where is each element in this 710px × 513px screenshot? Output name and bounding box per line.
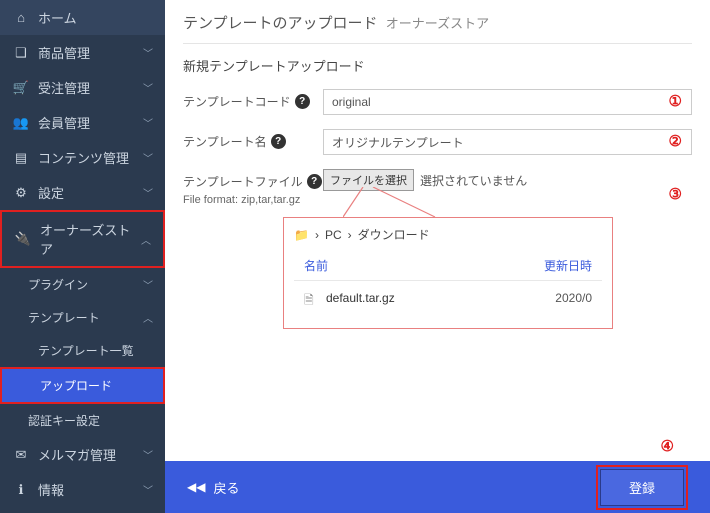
template-code-input[interactable] bbox=[323, 89, 692, 115]
sidebar-item-upload[interactable]: アップロード bbox=[0, 367, 165, 404]
help-icon[interactable]: ? bbox=[271, 134, 286, 149]
sidebar-item-auth-key[interactable]: 認証キー設定 bbox=[0, 404, 165, 437]
rewind-icon: ◀◀ bbox=[187, 480, 205, 494]
sidebar-item-template[interactable]: テンプレート ︿ bbox=[0, 301, 165, 334]
path-sep: › bbox=[348, 228, 352, 242]
gear-icon: ⚙ bbox=[12, 185, 30, 201]
back-label: 戻る bbox=[213, 478, 239, 497]
row-template-name: テンプレート名 ? ② bbox=[183, 129, 692, 155]
sidebar-item-owners[interactable]: 🔌 オーナーズストア ︿ bbox=[0, 210, 165, 268]
back-button[interactable]: ◀◀ 戻る bbox=[187, 478, 239, 497]
chevron-down-icon: ﹀ bbox=[143, 447, 153, 462]
file-format-hint: File format: zip,tar,tar.gz bbox=[183, 194, 323, 206]
sidebar-item-label: 会員管理 bbox=[38, 113, 143, 132]
sidebar-item-label: テンプレート一覧 bbox=[38, 342, 153, 359]
file-dialog-row[interactable]: 🗎 default.tar.gz 2020/0 bbox=[294, 285, 602, 318]
col-name[interactable]: 名前 bbox=[304, 257, 544, 274]
annotation-1: ① bbox=[669, 92, 682, 110]
help-icon[interactable]: ? bbox=[295, 94, 310, 109]
users-icon: 👥 bbox=[12, 115, 30, 131]
chevron-down-icon: ﹀ bbox=[143, 115, 153, 130]
sidebar-item-home[interactable]: ⌂ ホーム bbox=[0, 0, 165, 35]
file-none-text: 選択されていません bbox=[420, 172, 527, 189]
sidebar-item-settings[interactable]: ⚙ 設定 ﹀ bbox=[0, 175, 165, 210]
template-name-input[interactable] bbox=[323, 129, 692, 155]
annotation-3: ③ bbox=[669, 185, 682, 203]
sidebar-item-info[interactable]: ℹ 情報 ﹀ bbox=[0, 472, 165, 507]
sidebar: ⌂ ホーム ❑ 商品管理 ﹀ 🛒 受注管理 ﹀ 👥 会員管理 ﹀ ▤ コンテンツ… bbox=[0, 0, 165, 513]
file-dialog-header: 名前 更新日時 bbox=[294, 251, 602, 281]
info-icon: ℹ bbox=[12, 482, 30, 498]
sidebar-item-order[interactable]: 🛒 受注管理 ﹀ bbox=[0, 70, 165, 105]
connector-line bbox=[343, 187, 443, 219]
file-icon: 🗎 bbox=[304, 291, 320, 312]
chevron-down-icon: ﹀ bbox=[143, 150, 153, 165]
row-template-file: テンプレートファイル ? File format: zip,tar,tar.gz… bbox=[183, 169, 692, 206]
label-template-code: テンプレートコード ? bbox=[183, 89, 323, 110]
input-wrap-file: ファイルを選択 選択されていません ③ 📁 › PC › ダウンロード bbox=[323, 169, 692, 191]
sidebar-item-label: プラグイン bbox=[28, 276, 143, 293]
file-date: 2020/0 bbox=[555, 291, 592, 312]
sidebar-item-label: 受注管理 bbox=[38, 78, 143, 97]
sidebar-item-label: テンプレート bbox=[28, 309, 143, 326]
path-pc[interactable]: PC bbox=[325, 228, 342, 242]
panel-title: 新規テンプレートアップロード bbox=[183, 43, 692, 89]
file-name: default.tar.gz bbox=[326, 291, 555, 312]
sidebar-item-mailmag[interactable]: ✉ メルマガ管理 ﹀ bbox=[0, 437, 165, 472]
col-date[interactable]: 更新日時 bbox=[544, 257, 592, 274]
file-dialog: 📁 › PC › ダウンロード 名前 更新日時 🗎 default.tar.gz… bbox=[283, 217, 613, 329]
input-wrap-code: ① bbox=[323, 89, 692, 115]
chevron-up-icon: ︿ bbox=[141, 232, 151, 247]
chevron-down-icon: ﹀ bbox=[143, 277, 153, 292]
annotation-2: ② bbox=[669, 132, 682, 150]
label-template-name: テンプレート名 ? bbox=[183, 129, 323, 150]
path-downloads[interactable]: ダウンロード bbox=[358, 226, 430, 243]
plug-icon: 🔌 bbox=[14, 231, 32, 247]
row-template-code: テンプレートコード ? ① bbox=[183, 89, 692, 115]
sidebar-item-product[interactable]: ❑ 商品管理 ﹀ bbox=[0, 35, 165, 70]
home-icon: ⌂ bbox=[12, 10, 30, 25]
file-select-button[interactable]: ファイルを選択 bbox=[323, 169, 414, 191]
annotation-4: ④ bbox=[661, 437, 674, 455]
path-sep: › bbox=[315, 228, 319, 242]
content-icon: ▤ bbox=[12, 150, 30, 166]
sidebar-item-label: メルマガ管理 bbox=[38, 445, 143, 464]
sidebar-item-label: 認証キー設定 bbox=[28, 412, 153, 429]
chevron-up-icon: ︿ bbox=[143, 310, 153, 325]
cube-icon: ❑ bbox=[12, 45, 30, 61]
sidebar-item-label: 設定 bbox=[38, 183, 143, 202]
page-title-text: テンプレートのアップロード bbox=[183, 15, 378, 32]
chevron-down-icon: ﹀ bbox=[143, 482, 153, 497]
sidebar-item-label: コンテンツ管理 bbox=[38, 148, 143, 167]
page-subtitle: オーナーズストア bbox=[386, 16, 489, 31]
help-icon[interactable]: ? bbox=[307, 174, 322, 189]
content: 新規テンプレートアップロード テンプレートコード ? ① テンプレート名 ? ② bbox=[165, 43, 710, 461]
file-dialog-path: 📁 › PC › ダウンロード bbox=[284, 218, 612, 251]
sidebar-item-label: ホーム bbox=[38, 8, 153, 27]
sidebar-item-label: 情報 bbox=[38, 480, 143, 499]
chevron-down-icon: ﹀ bbox=[143, 80, 153, 95]
sidebar-item-content[interactable]: ▤ コンテンツ管理 ﹀ bbox=[0, 140, 165, 175]
cart-icon: 🛒 bbox=[12, 80, 30, 96]
sidebar-item-label: 商品管理 bbox=[38, 43, 143, 62]
bottom-bar: ◀◀ 戻る 登録 bbox=[165, 461, 710, 513]
mail-icon: ✉ bbox=[12, 447, 30, 463]
sidebar-item-member[interactable]: 👥 会員管理 ﹀ bbox=[0, 105, 165, 140]
sidebar-item-plugin[interactable]: プラグイン ﹀ bbox=[0, 268, 165, 301]
submit-highlight: 登録 bbox=[596, 465, 688, 510]
submit-button[interactable]: 登録 bbox=[600, 469, 684, 506]
page-title: テンプレートのアップロード オーナーズストア bbox=[165, 0, 710, 43]
folder-icon: 📁 bbox=[294, 228, 309, 242]
sidebar-item-label: アップロード bbox=[40, 377, 151, 394]
sidebar-item-label: オーナーズストア bbox=[40, 220, 141, 258]
sidebar-item-template-list[interactable]: テンプレート一覧 bbox=[0, 334, 165, 367]
chevron-down-icon: ﹀ bbox=[143, 45, 153, 60]
chevron-down-icon: ﹀ bbox=[143, 185, 153, 200]
input-wrap-name: ② bbox=[323, 129, 692, 155]
label-template-file: テンプレートファイル ? File format: zip,tar,tar.gz bbox=[183, 169, 323, 206]
main-area: テンプレートのアップロード オーナーズストア 新規テンプレートアップロード テン… bbox=[165, 0, 710, 513]
